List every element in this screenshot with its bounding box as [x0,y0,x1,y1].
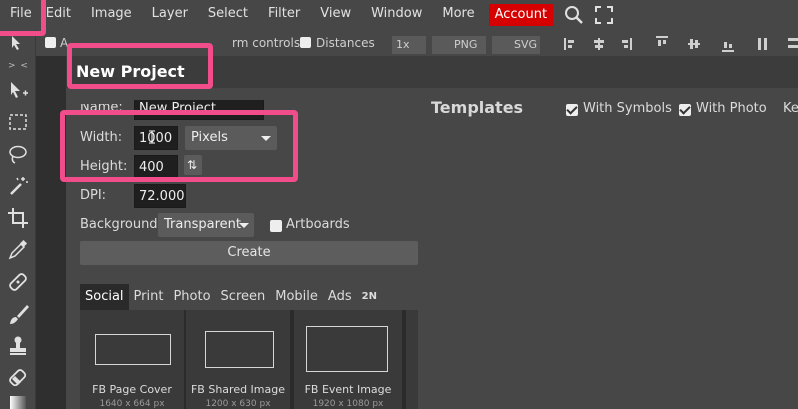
menu-filter[interactable]: Filter [258,0,310,30]
template-card[interactable]: FB Shared Image 1200 x 630 px [186,310,290,409]
align-icons[interactable] [564,36,798,56]
with-photo-label: With Photo [696,101,767,116]
search-icon[interactable] [559,0,589,30]
background-select-value: Transparent [164,217,241,232]
tab-mobile[interactable]: Mobile [270,284,323,310]
template-preview [95,334,171,365]
template-size: 1640 x 664 px [99,399,165,409]
tab-screen[interactable]: Screen [216,284,271,310]
export-svg-button[interactable]: SVG [492,36,540,54]
chevron-down-icon [239,223,249,228]
template-name: FB Page Cover [92,383,172,396]
crop-tool-icon[interactable] [4,204,32,232]
distances-checkbox[interactable] [300,37,311,48]
template-size: 1200 x 630 px [205,399,271,409]
clone-stamp-icon[interactable] [4,332,32,360]
template-name: FB Shared Image [190,383,286,396]
template-tabs: Social Print Photo Screen Mobile Ads 2N [80,284,382,310]
menu-image[interactable]: Image [81,0,142,30]
width-label: Width: [80,130,123,145]
dialog-title: New Project [76,62,185,81]
lasso-tool-icon[interactable] [4,140,32,168]
name-field[interactable]: New Project [134,100,264,120]
template-name: FB Event Image [304,383,392,396]
name-label: Name: [80,100,123,115]
dpi-field[interactable]: 72.000 [134,184,186,208]
with-symbols-label: With Symbols [583,101,672,116]
template-preview [205,331,274,368]
swap-dimensions-button[interactable]: ⇅ [184,155,202,175]
height-label: Height: [80,159,128,174]
options-bar: A rm controls Distances 1x PNG SVG [36,30,798,56]
template-card[interactable]: FB Page Cover 1640 x 664 px [80,310,184,409]
dpi-label: DPI: [80,188,107,203]
templates-title: Templates [431,98,524,117]
artboards-checkbox[interactable] [270,220,282,232]
menu-layer[interactable]: Layer [142,0,198,30]
text-cursor-icon [149,129,155,144]
background-label: Background: [80,217,162,232]
marquee-tool-icon[interactable] [4,108,32,136]
eraser-tool-icon[interactable] [4,364,32,392]
fullscreen-icon[interactable] [589,0,619,30]
chevron-down-icon [261,136,271,141]
tab-more-label: 2N [361,291,377,302]
distances-label: Distances [316,36,375,50]
tab-ads[interactable]: Ads [323,284,357,310]
unit-select[interactable]: Pixels [185,126,277,150]
menu-more[interactable]: More [432,0,484,30]
canvas-gutter [36,56,66,409]
dialog-titlebar: New Project [66,56,798,88]
tab-social[interactable]: Social [80,284,129,310]
template-preview [306,326,388,372]
with-symbols-checkbox[interactable] [566,104,578,116]
toolbar-collapse[interactable]: > < [8,61,29,71]
transform-controls-label: rm controls [232,36,301,50]
height-field[interactable]: 400 [134,155,178,179]
keyword-label: Ke [783,101,798,116]
menu-edit[interactable]: Edit [42,0,81,30]
auto-select-label: A [60,36,69,50]
tab-more[interactable]: 2N [357,284,382,310]
move-tool-icon[interactable] [9,34,27,52]
template-size: 1920 x 1080 px [312,399,384,409]
background-select[interactable]: Transparent [158,213,254,237]
create-button[interactable]: Create [80,241,418,265]
with-photo-checkbox[interactable] [679,104,691,116]
template-card[interactable]: FB Event Image 1920 x 1080 px [294,310,402,409]
tab-photo[interactable]: Photo [168,284,215,310]
account-button[interactable]: Account [488,4,554,26]
tab-print[interactable]: Print [129,284,169,310]
gradient-tool-icon[interactable] [4,396,32,409]
width-field[interactable]: 1000 [134,126,178,150]
menu-file[interactable]: File [0,0,42,30]
new-project-dialog: New Project Name: New Project Width: 100… [66,56,798,409]
brush-tool-icon[interactable] [4,300,32,328]
menu-select[interactable]: Select [198,0,258,30]
magic-wand-icon[interactable] [4,172,32,200]
menu-bar: File Edit Image Layer Select Filter View… [0,0,798,30]
menu-view[interactable]: View [310,0,361,30]
template-card[interactable] [406,310,418,409]
artboards-label: Artboards [286,217,350,232]
eyedropper-icon[interactable] [4,236,32,264]
menu-window[interactable]: Window [361,0,432,30]
export-png-button[interactable]: PNG [432,36,486,54]
move-tool-icon-2[interactable] [4,76,32,104]
auto-select-checkbox[interactable] [45,37,56,48]
zoom-select[interactable]: 1x [392,36,426,54]
unit-select-value: Pixels [191,130,228,145]
template-grid: FB Page Cover 1640 x 664 px FB Shared Im… [80,310,418,409]
healing-brush-icon[interactable] [4,268,32,296]
